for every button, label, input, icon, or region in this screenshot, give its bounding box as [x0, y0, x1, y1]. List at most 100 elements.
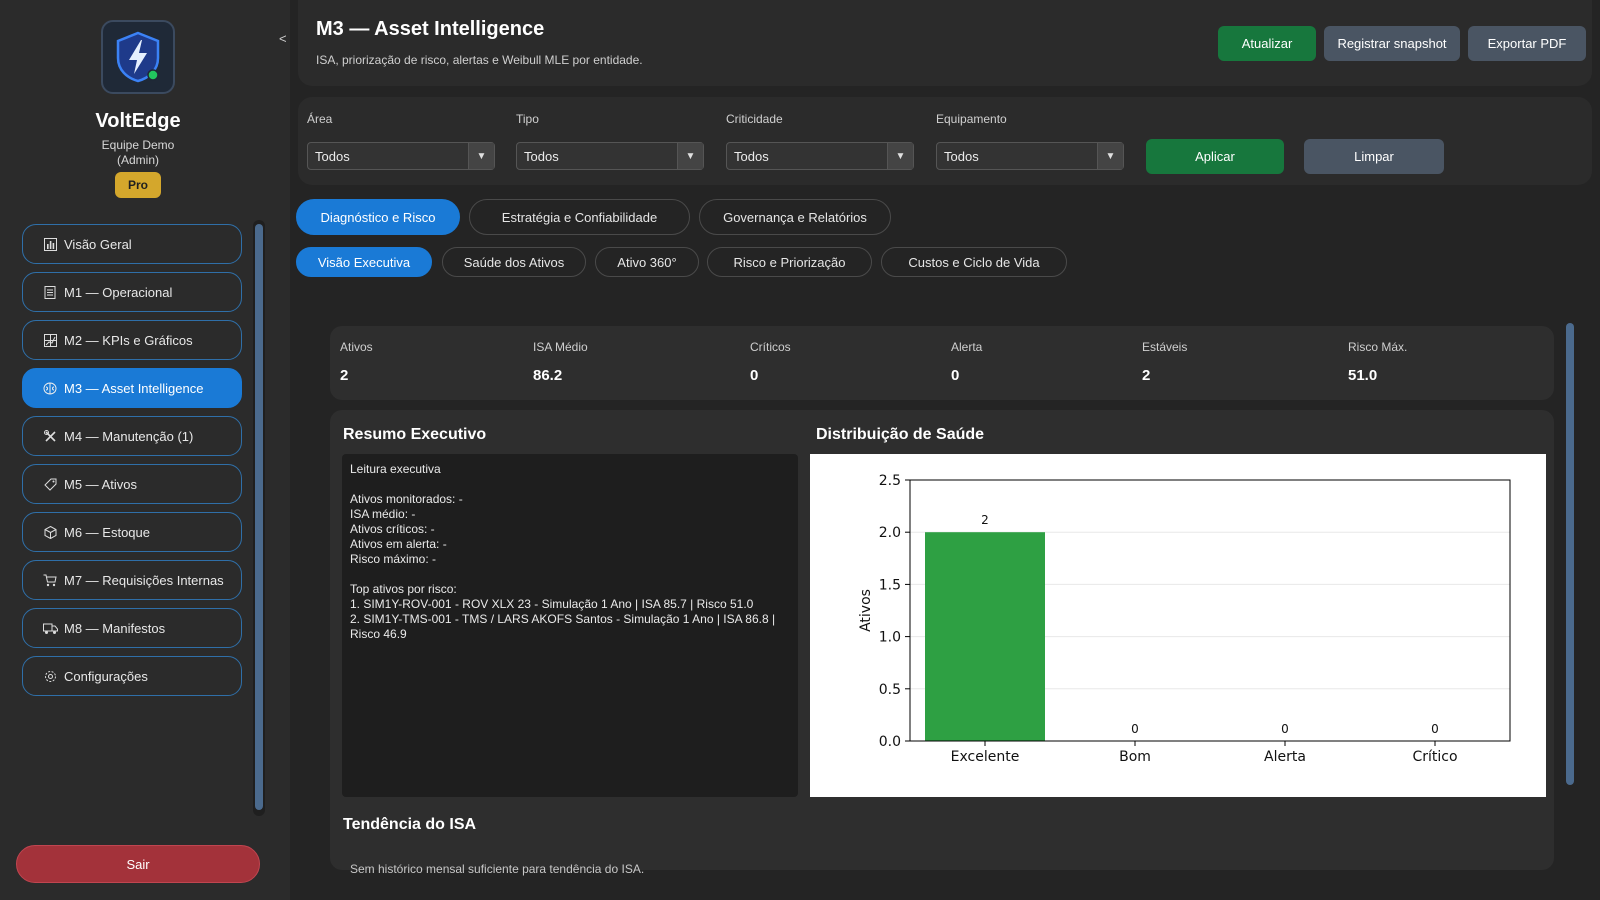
- kpi-value: 0: [750, 367, 759, 384]
- kpi-isa-medio: ISA Médio 86.2: [533, 340, 588, 384]
- tipo-select-value: Todos: [524, 148, 559, 164]
- area-label: Área: [307, 112, 333, 126]
- area-select[interactable]: Todos ▼: [307, 142, 495, 170]
- summary-line: [350, 567, 790, 582]
- tipo-label: Tipo: [516, 112, 539, 126]
- kpi-label: Risco Máx.: [1348, 340, 1408, 354]
- kpi-estaveis: Estáveis 2: [1142, 340, 1187, 384]
- summary-line: Risco máximo: -: [350, 552, 437, 566]
- cart-icon: [42, 572, 58, 588]
- voltedge-logo: [101, 20, 175, 94]
- kpi-strip: Ativos 2 ISA Médio 86.2 Críticos 0 Alert…: [330, 326, 1554, 400]
- sidebar-item-label: M3 — Asset Intelligence: [64, 380, 204, 396]
- kpi-value: 2: [340, 367, 349, 384]
- summary-title: Resumo Executivo: [343, 426, 487, 443]
- sidebar-item-visao-geral[interactable]: Visão Geral: [22, 224, 242, 264]
- team-name-line: Equipe Demo: [101, 138, 175, 152]
- x-tick-label: Alerta: [1264, 749, 1306, 765]
- sidebar-item-label: M5 — Ativos: [64, 476, 137, 492]
- kpi-label: Estáveis: [1142, 340, 1188, 354]
- equipamento-select[interactable]: Todos ▼: [936, 142, 1124, 170]
- tab-diagnostico-risco[interactable]: Diagnóstico e Risco: [296, 199, 460, 235]
- y-tick-label: 0.5: [879, 682, 901, 698]
- equipamento-label: Equipamento: [936, 112, 1007, 126]
- apply-filters-button[interactable]: Aplicar: [1146, 139, 1284, 174]
- sidebar-item-m5[interactable]: M5 — Ativos: [22, 464, 242, 504]
- summary-line: Leitura executiva: [350, 462, 441, 476]
- package-icon: [42, 524, 58, 540]
- main-scrollbar-thumb[interactable]: [1566, 323, 1574, 785]
- y-tick-label: 2.0: [879, 525, 901, 541]
- tab-governanca-relatorios[interactable]: Governança e Relatórios: [699, 199, 891, 235]
- summary-line: Top ativos por risco:: [350, 582, 457, 596]
- tab-estrategia-confiabilidade[interactable]: Estratégia e Confiabilidade: [469, 199, 690, 235]
- x-tick-label: Excelente: [951, 749, 1020, 765]
- bar-chart: 0.0 0.5 1.0 1.5 2.0 2.5 2 Excelente 0 Bom 0 Alerta 0…: [858, 473, 1511, 765]
- chevron-down-icon: ▼: [468, 143, 494, 169]
- summary-line: Ativos monitorados: -: [350, 492, 463, 506]
- sidebar-item-configuracoes[interactable]: Configurações: [22, 656, 242, 696]
- x-tick-label: Bom: [1119, 749, 1151, 765]
- sidebar-item-m8[interactable]: M8 — Manifestos: [22, 608, 242, 648]
- kpi-label: Ativos: [340, 340, 373, 354]
- criticidade-select[interactable]: Todos ▼: [726, 142, 914, 170]
- team-name: Equipe Demo (Admin): [0, 138, 276, 168]
- health-distribution-chart: 0.0 0.5 1.0 1.5 2.0 2.5 2 Excelente 0 Bom 0 Alerta 0…: [810, 454, 1546, 797]
- lightning-shield-icon: [116, 31, 160, 83]
- tipo-select[interactable]: Todos ▼: [516, 142, 704, 170]
- subtab-visao-executiva[interactable]: Visão Executiva: [296, 247, 432, 277]
- filters-bar: Área Todos ▼ Tipo Todos ▼ Criticidade To…: [298, 97, 1592, 185]
- x-tick-label: Crítico: [1412, 749, 1457, 765]
- plan-badge: Pro: [115, 172, 161, 198]
- subtab-saude-ativos[interactable]: Saúde dos Ativos: [442, 247, 586, 277]
- sidebar-item-label: Configurações: [64, 668, 148, 684]
- executive-panel: Resumo Executivo Distribuição de Saúde L…: [330, 410, 1554, 876]
- kpi-value: 86.2: [533, 367, 563, 384]
- sidebar-item-m2[interactable]: M2 — KPIs e Gráficos: [22, 320, 242, 360]
- sidebar-item-m1[interactable]: M1 — Operacional: [22, 272, 242, 312]
- sidebar-item-m3[interactable]: M3 — Asset Intelligence: [22, 368, 242, 408]
- team-role-line: (Admin): [116, 153, 159, 167]
- summary-line: Ativos em alerta: -: [350, 537, 447, 551]
- page-subtitle: ISA, priorização de risco, alertas e Wei…: [316, 53, 643, 67]
- subtab-custos-ciclo-vida[interactable]: Custos e Ciclo de Vida: [881, 247, 1067, 277]
- kpi-criticos: Críticos 0: [750, 340, 791, 384]
- refresh-button[interactable]: Atualizar: [1218, 26, 1316, 61]
- y-tick-label: 2.5: [879, 473, 901, 489]
- gear-icon: [42, 668, 58, 684]
- brand-name: VoltEdge: [95, 110, 181, 132]
- bar-excelente: [925, 532, 1045, 741]
- tag-icon: [42, 476, 58, 492]
- kpi-alerta: Alerta 0: [951, 340, 982, 384]
- executive-summary-text[interactable]: Leitura executiva Ativos monitorados: - …: [342, 454, 798, 797]
- collapse-sidebar-button[interactable]: <: [279, 31, 287, 46]
- subtab-risco-priorizacao[interactable]: Risco e Priorização: [707, 247, 872, 277]
- y-tick-label: 1.0: [879, 630, 901, 646]
- subtab-ativo-360[interactable]: Ativo 360°: [595, 247, 699, 277]
- document-icon: [42, 284, 58, 300]
- chevron-down-icon: ▼: [677, 143, 703, 169]
- sidebar-item-label: Visão Geral: [64, 236, 132, 252]
- grid-chart-icon: [42, 332, 58, 348]
- kpi-value: 0: [951, 367, 960, 384]
- criticidade-select-value: Todos: [734, 148, 769, 164]
- page-title: M3 — Asset Intelligence: [316, 18, 545, 40]
- kpi-label: Alerta: [951, 340, 983, 354]
- bar-value-label: 0: [1281, 722, 1289, 736]
- register-snapshot-button[interactable]: Registrar snapshot: [1324, 26, 1460, 61]
- isa-trend-title: Tendência do ISA: [343, 816, 477, 833]
- export-pdf-button[interactable]: Exportar PDF: [1468, 26, 1586, 61]
- clear-filters-button[interactable]: Limpar: [1304, 139, 1444, 174]
- summary-line: ISA médio: -: [350, 507, 416, 521]
- sidebar-item-label: M8 — Manifestos: [64, 620, 166, 636]
- logout-button[interactable]: Sair: [16, 845, 260, 883]
- sidebar-item-m6[interactable]: M6 — Estoque: [22, 512, 242, 552]
- sidebar-item-label: M2 — KPIs e Gráficos: [64, 332, 193, 348]
- sidebar-item-m7[interactable]: M7 — Requisições Internas: [22, 560, 242, 600]
- sidebar-item-m4[interactable]: M4 — Manutenção (1): [22, 416, 242, 456]
- page-header: M3 — Asset Intelligence ISA, priorização…: [298, 0, 1592, 86]
- bar-value-label: 0: [1431, 722, 1439, 736]
- summary-line: Ativos críticos: -: [350, 522, 435, 536]
- sidebar-scrollbar-thumb[interactable]: [255, 224, 263, 810]
- sidebar-item-label: M6 — Estoque: [64, 524, 150, 540]
